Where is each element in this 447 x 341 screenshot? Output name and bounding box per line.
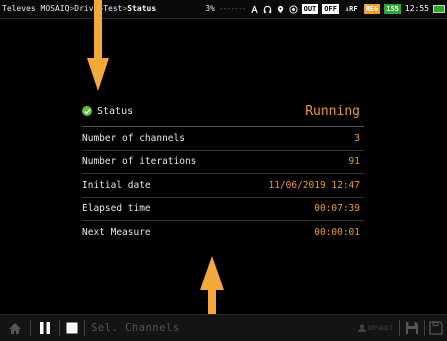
status-panel: Status Running Number of channels 3 Numb… xyxy=(82,96,364,244)
breadcrumb-page: Status xyxy=(127,4,157,13)
stop-icon xyxy=(66,322,78,334)
pause-button[interactable] xyxy=(31,315,59,341)
sel-channels-button[interactable]: Sel. Channels xyxy=(85,315,186,341)
level-badge-orange: REG xyxy=(363,4,381,14)
status-bar: Televes MOSAIQ>Drive>Test>Status 3% ----… xyxy=(0,0,447,19)
row-label-initial-date: Initial date xyxy=(82,179,151,191)
row-value-channels: 3 xyxy=(354,132,360,144)
row-label-iterations: Number of iterations xyxy=(82,156,197,168)
row-label-next-measure: Next Measure xyxy=(82,226,151,238)
check-icon xyxy=(82,106,92,116)
battery-icon xyxy=(433,5,445,13)
location-pin-icon xyxy=(276,5,285,14)
off-badge[interactable]: OFF xyxy=(322,4,339,14)
breadcrumb: Televes MOSAIQ>Drive>Test>Status xyxy=(2,4,157,13)
table-row: Elapsed time 00:07:39 xyxy=(82,198,364,221)
table-row: Number of channels 3 xyxy=(82,127,364,151)
progress-percent: 3% xyxy=(205,4,215,13)
table-row: Initial date 11/06/2019 12:47 xyxy=(82,174,364,198)
breadcrumb-device: Televes MOSAIQ xyxy=(2,4,70,13)
save-as-button[interactable] xyxy=(425,315,447,341)
row-value-next-measure: 00:00:01 xyxy=(314,226,360,238)
signal-dashes: ------- xyxy=(218,4,247,13)
home-icon xyxy=(9,322,21,334)
default-button[interactable]: DEFAULT xyxy=(357,315,399,341)
row-label-channels: Number of channels xyxy=(82,132,185,144)
default-label: DEFAULT xyxy=(367,324,393,332)
pause-icon xyxy=(40,322,50,334)
status-label: Status xyxy=(97,105,134,117)
row-value-iterations: 91 xyxy=(348,156,360,168)
arrow-down-icon xyxy=(87,0,109,91)
user-icon xyxy=(357,324,366,332)
save-button[interactable] xyxy=(400,315,424,341)
home-button[interactable] xyxy=(0,315,30,341)
rf-badge: ↓RF xyxy=(344,5,358,13)
level-badge-green: 155 xyxy=(384,4,401,14)
row-value-elapsed-time: 00:07:39 xyxy=(314,203,360,215)
antenna-icon xyxy=(250,5,259,14)
status-header: Status Running xyxy=(82,96,364,127)
save-as-icon xyxy=(429,321,443,335)
row-value-initial-date: 11/06/2019 12:47 xyxy=(268,179,360,191)
table-row: Number of iterations 91 xyxy=(82,151,364,174)
row-label-elapsed-time: Elapsed time xyxy=(82,203,151,215)
headphones-icon xyxy=(263,5,272,14)
bottom-toolbar: Sel. Channels DEFAULT xyxy=(0,314,447,341)
clock: 12:55 xyxy=(404,4,429,13)
output-badge[interactable]: OUT xyxy=(301,4,319,14)
table-row: Next Measure 00:00:01 xyxy=(82,221,364,244)
satellite-icon xyxy=(289,4,298,14)
status-value: Running xyxy=(305,103,360,119)
save-icon xyxy=(406,322,418,334)
stop-button[interactable] xyxy=(60,315,84,341)
